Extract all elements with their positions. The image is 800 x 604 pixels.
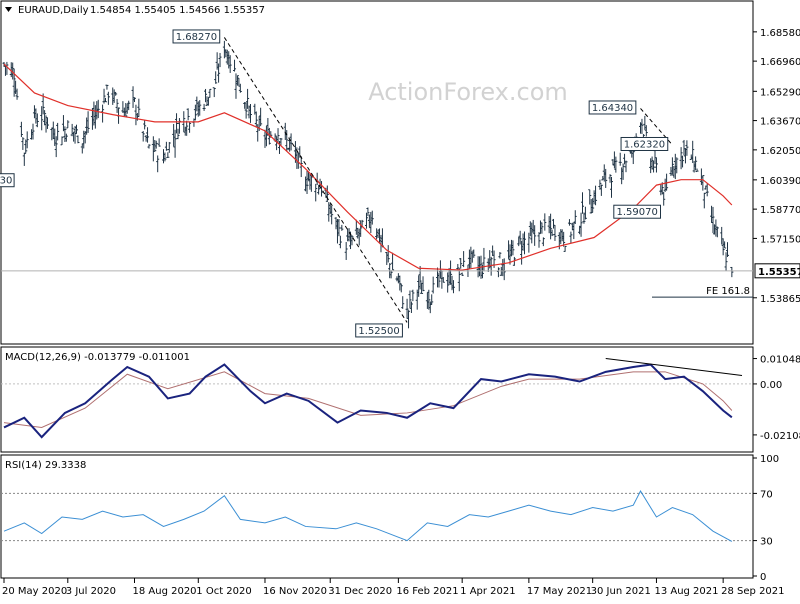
svg-text:1.62320: 1.62320 [624, 139, 665, 150]
rsi-axis-label: 70 [760, 489, 773, 500]
price-panel-title: EURAUD,Daily [18, 5, 89, 16]
svg-text:1.68270: 1.68270 [176, 32, 217, 43]
annotation-label: 1.59070 [613, 204, 662, 219]
time-axis-label: 30 Jun 2021 [591, 586, 651, 597]
time-axis-label: 31 Dec 2020 [328, 586, 392, 597]
price-axis-label: 1.63670 [760, 117, 800, 128]
rsi-panel-title: RSI(14) 29.3338 [5, 460, 86, 471]
svg-text:1.55357: 1.55357 [758, 267, 800, 278]
fib-extension-label: FE 161.8 [706, 286, 750, 297]
annotation-label: 1.52500 [355, 323, 403, 338]
watermark: ActionForex.com [368, 78, 568, 106]
macd-panel-title: MACD(12,26,9) -0.013779 -0.011001 [5, 352, 190, 363]
price-axis-label: 1.66960 [760, 57, 800, 68]
time-axis-label: 17 May 2021 [527, 586, 592, 597]
price-axis-label: 1.60390 [760, 176, 800, 187]
price-axis-label: 1.57150 [760, 234, 800, 245]
time-axis-label: 28 Sep 2021 [721, 586, 784, 597]
price-header-values: 1.54854 1.55405 1.54566 1.55357 [90, 5, 265, 16]
svg-text:1.59070: 1.59070 [616, 207, 657, 218]
rsi-axis-label: 30 [760, 537, 773, 548]
annotation-label: 1.64340 [588, 100, 637, 115]
chart-svg: ActionForex.com EURAUD,Daily 1.54854 1.5… [0, 0, 800, 600]
rsi-axis-label: 0 [760, 572, 766, 583]
time-axis-label: 1 Oct 2020 [196, 586, 251, 597]
price-axis-label: 1.53865 [760, 294, 800, 305]
time-axis-label: 3 Jul 2020 [66, 586, 116, 597]
price-axis-label: 1.68580 [760, 28, 800, 39]
time-axis-label: 18 Aug 2020 [132, 586, 196, 597]
macd-axis-label: 0.00 [760, 380, 782, 391]
annotation-label-left-cut: 30 [0, 173, 15, 188]
svg-text:1.52500: 1.52500 [358, 326, 399, 337]
time-axis-label: 1 Apr 2021 [460, 586, 515, 597]
svg-text:1.64340: 1.64340 [592, 103, 633, 114]
time-axis-label: 16 Feb 2021 [396, 586, 458, 597]
rsi-axis-label: 100 [760, 454, 779, 465]
chart-canvas: ActionForex.com EURAUD,Daily 1.54854 1.5… [0, 0, 800, 600]
time-axis-label: 13 Aug 2021 [654, 586, 718, 597]
price-axis-label: 1.62050 [760, 146, 800, 157]
price-axis-label: 1.58770 [760, 205, 800, 216]
macd-axis-label: 0.010489 [760, 355, 800, 366]
annotation-label: 1.68270 [172, 29, 221, 44]
current-price-tag: 1.55357 [754, 263, 800, 279]
svg-text:30: 30 [0, 176, 12, 187]
time-axis-label: 16 Nov 2020 [263, 586, 327, 597]
price-axis-label: 1.65290 [760, 87, 800, 98]
macd-axis-label: -0.021083 [760, 431, 800, 442]
time-axis-label: 20 May 2020 [2, 586, 67, 597]
annotation-label: 1.62320 [620, 136, 669, 151]
